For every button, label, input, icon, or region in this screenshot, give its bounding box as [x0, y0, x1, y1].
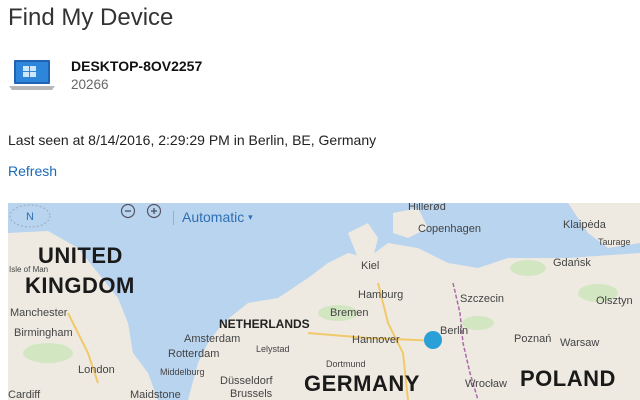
- map-label-city: Cardiff: [8, 389, 41, 400]
- map-label-country: KINGDOM: [25, 273, 135, 298]
- compass-icon[interactable]: N: [8, 203, 52, 229]
- map-label-city: Hamburg: [358, 289, 404, 301]
- map-label-city: Rotterdam: [168, 348, 220, 360]
- map-label-city: Lelystad: [256, 344, 290, 354]
- map-label-city: Isle of Man: [9, 265, 49, 274]
- map-label-city: Copenhagen: [418, 223, 482, 235]
- chevron-down-icon: ▾: [248, 212, 253, 222]
- map-label-city: Hannover: [352, 334, 400, 346]
- map-label-city: Amsterdam: [184, 333, 241, 345]
- page-title: Find My Device: [8, 4, 174, 31]
- map-label-city: Warsaw: [560, 337, 600, 349]
- map-style-label: Automatic: [182, 209, 245, 225]
- map-label-city: Bremen: [330, 307, 369, 319]
- refresh-link[interactable]: Refresh: [8, 163, 57, 179]
- location-map[interactable]: UNITED KINGDOM GERMANY POLAND NETHERLAND…: [8, 203, 640, 400]
- map-label-city: Düsseldorf: [220, 375, 273, 387]
- map-label-city: Berlin: [440, 325, 469, 337]
- map-label-city: Wrocław: [465, 378, 507, 390]
- map-label-city: Manchester: [10, 307, 68, 319]
- map-label-region: NETHERLANDS: [219, 317, 310, 331]
- zoom-out-icon[interactable]: [120, 203, 136, 219]
- location-marker[interactable]: [424, 331, 442, 349]
- map-label-city: Maidstone: [130, 389, 181, 400]
- zoom-in-icon[interactable]: [146, 203, 162, 219]
- map-label-city: London: [78, 364, 115, 376]
- map-label-country: POLAND: [520, 366, 616, 391]
- compass-label: N: [26, 211, 34, 223]
- map-label-city: Gdańsk: [553, 257, 591, 269]
- map-label-city: Olsztyn: [596, 295, 633, 307]
- laptop-icon: [9, 60, 55, 90]
- device-name: DESKTOP-8OV2257: [71, 58, 203, 74]
- last-seen-text: Last seen at 8/14/2016, 2:29:29 PM in Be…: [8, 132, 377, 148]
- map-style-select[interactable]: Automatic ▾: [182, 209, 253, 225]
- map-label-country: GERMANY: [304, 371, 420, 396]
- device-id: 20266: [71, 77, 109, 92]
- map-label-city: Birmingham: [14, 327, 73, 339]
- map-label-city: Kiel: [361, 260, 380, 272]
- map-label-city: Poznań: [514, 333, 552, 345]
- map-label-city: Dortmund: [326, 359, 366, 369]
- map-control-separator: [173, 211, 174, 225]
- map-label-city: Szczecin: [460, 293, 505, 305]
- map-label-city: Hillerød: [408, 203, 446, 213]
- map-label-country: UNITED: [38, 243, 123, 268]
- map-label-city: Middelburg: [160, 367, 205, 377]
- map-label-city: Taurage: [598, 237, 631, 247]
- map-label-city: Brussels: [230, 388, 273, 400]
- map-label-city: Klaipėda: [563, 219, 606, 231]
